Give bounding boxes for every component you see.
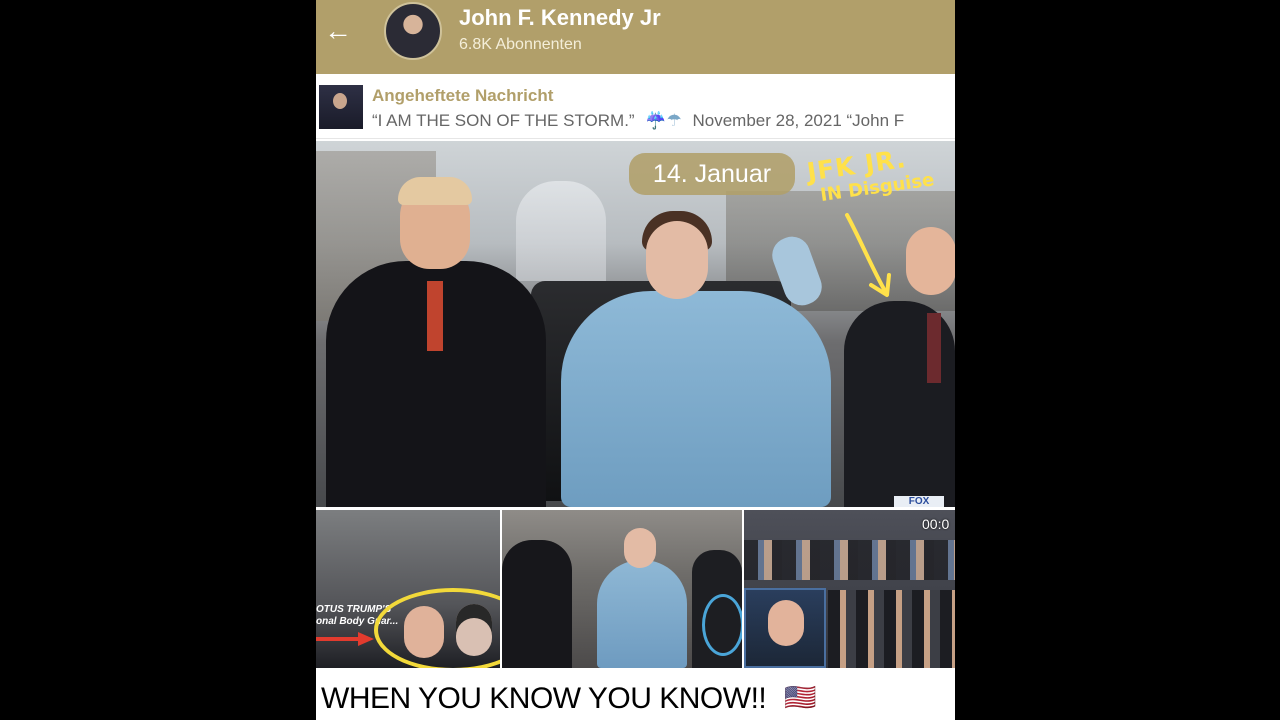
pinned-date-text: November 28, 2021 “John F: [692, 111, 905, 130]
thumb-crowd: [744, 540, 955, 580]
phone-screen: ← John F. Kennedy Jr 6.8K Abonnenten Ang…: [316, 0, 955, 720]
thumb-woman-in-blue: [597, 560, 687, 668]
pinned-label: Angeheftete Nachricht: [372, 86, 554, 105]
post-caption: WHEN YOU KNOW YOU KNOW!! 🇺🇸: [321, 682, 817, 716]
umbrella-icon: ☔☂: [645, 111, 682, 130]
annotation-arrow-icon: [845, 213, 891, 297]
video-timer: 00:0: [922, 516, 950, 532]
capitol-dome: [516, 181, 606, 281]
red-arrow-icon: [316, 632, 374, 646]
pinned-quote: “I AM THE SON OF THE STORM.”: [372, 111, 635, 130]
back-arrow-icon[interactable]: ←: [321, 14, 355, 48]
media-thumbnail-1[interactable]: OTUS TRUMP'S onal Body Guar...: [316, 510, 500, 668]
woman-head: [646, 221, 708, 299]
caption-text: WHEN YOU KNOW YOU KNOW!!: [321, 682, 767, 715]
thumb-group-people: [828, 590, 955, 668]
bodyguard-tie: [927, 313, 941, 383]
thumb-inset-face: [768, 600, 804, 646]
thumb-woman-head: [624, 528, 656, 568]
media-thumbnail-3[interactable]: 00:0: [744, 510, 955, 668]
channel-name[interactable]: John F. Kennedy Jr: [459, 5, 661, 31]
thumb-man-in-coat: [502, 540, 572, 668]
channel-avatar[interactable]: [384, 2, 442, 60]
bodyguard-head: [906, 227, 955, 295]
post-main-image[interactable]: 14. Januar JFK JR. IN Disguise FOX: [316, 141, 955, 507]
subscriber-count: 6.8K Abonnenten: [459, 36, 582, 53]
pinned-thumbnail: [319, 85, 363, 129]
fox-watermark: FOX: [894, 496, 944, 507]
channel-header: ← John F. Kennedy Jr 6.8K Abonnenten: [316, 0, 955, 74]
woman-in-blue-coat: [561, 291, 831, 507]
yellow-highlight-circle: [374, 588, 500, 668]
media-thumbnail-2[interactable]: [502, 510, 742, 668]
red-tie: [427, 281, 443, 351]
pinned-preview: “I AM THE SON OF THE STORM.” ☔☂ November…: [372, 111, 955, 131]
pinned-message-bar[interactable]: Angeheftete Nachricht “I AM THE SON OF T…: [316, 79, 955, 139]
man-hair: [398, 177, 472, 205]
date-chip: 14. Januar: [629, 153, 795, 195]
blue-highlight-circle: [702, 594, 742, 656]
us-flag-icon: 🇺🇸: [784, 682, 817, 712]
